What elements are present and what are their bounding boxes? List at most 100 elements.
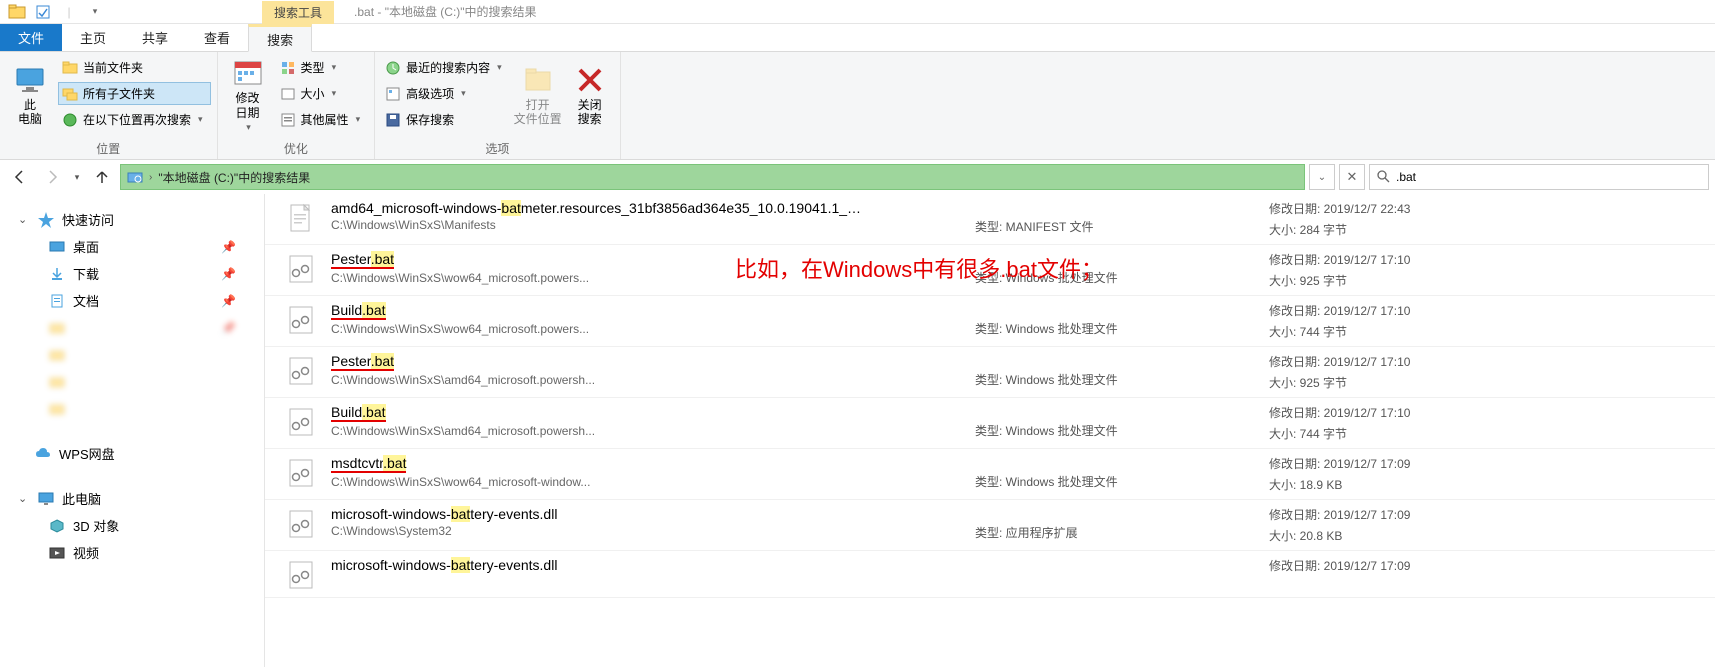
tab-share[interactable]: 共享 (124, 24, 186, 51)
file-icon (285, 508, 317, 540)
result-path: C:\Windows\WinSxS\amd64_microsoft.powers… (331, 373, 961, 387)
subfolders-icon (62, 86, 78, 102)
file-icon (285, 253, 317, 285)
nav-wps[interactable]: WPS网盘 (0, 440, 264, 467)
nav-quick-access[interactable]: ⌄ 快速访问 (0, 206, 264, 233)
nav-documents[interactable]: 文档 📌 (0, 287, 264, 314)
cloud-icon (34, 445, 52, 463)
qat-dropdown-icon[interactable]: ▾ (86, 3, 104, 21)
folder-icon (48, 400, 66, 418)
result-filename: Pester.bat (331, 251, 961, 269)
explorer-body: ⌄ 快速访问 桌面 📌 下载 📌 文档 📌 📌 (0, 194, 1715, 667)
ribbon-group-refine: 修改 日期 ▾ 类型 ▾ 大小 ▾ 其他属性 ▾ (218, 52, 376, 159)
open-location-icon (522, 64, 554, 96)
search-box[interactable] (1369, 164, 1709, 190)
options-group-label: 选项 (381, 138, 614, 157)
nav-recent-folder[interactable] (0, 395, 264, 422)
this-pc-button[interactable]: 此 电脑 (6, 56, 54, 134)
chevron-down-icon: ▾ (246, 122, 251, 133)
result-type: 类型: Windows 批处理文件 (975, 455, 1255, 490)
result-type: 类型: MANIFEST 文件 (975, 200, 1255, 235)
pin-icon: 📌 (221, 294, 236, 308)
open-file-location-button[interactable]: 打开 文件位置 (514, 56, 562, 134)
result-filename: Pester.bat (331, 353, 961, 371)
search-result-item[interactable]: Pester.bat C:\Windows\WinSxS\amd64_micros… (265, 347, 1715, 398)
address-bar[interactable]: › "本地磁盘 (C:)"中的搜索结果 (120, 164, 1305, 190)
search-results-list: 比如，在Windows中有很多.bat文件； amd64_microsoft-w… (265, 194, 1715, 667)
tab-search[interactable]: 搜索 (248, 24, 312, 52)
nav-recent-folder[interactable] (0, 368, 264, 395)
refine-group-label: 优化 (224, 138, 369, 157)
nav-pinned-folder[interactable]: 📌 (0, 314, 264, 341)
ribbon-group-options: 最近的搜索内容 ▾ 高级选项 ▾ 保存搜索 打开 文件位置 关 (375, 52, 621, 159)
properties-icon[interactable] (34, 3, 52, 21)
search-result-item[interactable]: amd64_microsoft-windows-batmeter.resourc… (265, 194, 1715, 245)
search-tools-label: 搜索工具 (262, 1, 334, 24)
ribbon-group-location: 此 电脑 当前文件夹 所有子文件夹 在以下位置再次搜索 ▾ 位置 (0, 52, 218, 159)
forward-button[interactable] (38, 163, 66, 191)
advanced-options-button[interactable]: 高级选项 ▾ (381, 82, 510, 105)
result-date: 修改日期: 2019/12/7 17:09 (1269, 557, 1519, 574)
folder-icon (48, 373, 66, 391)
this-pc-icon (14, 64, 46, 96)
save-icon (385, 112, 401, 128)
qat-divider: | (60, 3, 78, 21)
pin-icon: 📌 (221, 240, 236, 254)
nav-recent-folder[interactable] (0, 341, 264, 368)
result-type (975, 557, 1255, 575)
result-filename: microsoft-windows-battery-events.dll (331, 557, 961, 573)
save-search-button[interactable]: 保存搜索 (381, 108, 510, 131)
globe-icon (62, 112, 78, 128)
search-input[interactable] (1396, 170, 1702, 184)
chevron-down-icon: ⌄ (18, 492, 30, 505)
result-filename: amd64_microsoft-windows-batmeter.resourc… (331, 200, 961, 216)
search-result-item[interactable]: microsoft-windows-battery-events.dllC:\W… (265, 500, 1715, 551)
other-properties-button[interactable]: 其他属性 ▾ (276, 108, 369, 131)
result-filename: Build.bat (331, 404, 961, 422)
result-path: C:\Windows\WinSxS\wow64_microsoft.powers… (331, 322, 961, 336)
search-result-item[interactable]: Build.batC:\Windows\WinSxS\amd64_microso… (265, 398, 1715, 449)
result-date: 修改日期: 2019/12/7 17:09 (1269, 506, 1519, 523)
search-result-item[interactable]: msdtcvtr.batC:\Windows\WinSxS\wow64_micr… (265, 449, 1715, 500)
videos-icon (48, 544, 66, 562)
all-subfolders-button[interactable]: 所有子文件夹 (58, 82, 211, 105)
refresh-button[interactable]: ✕ (1339, 164, 1365, 190)
tab-file[interactable]: 文件 (0, 24, 62, 51)
tab-view[interactable]: 查看 (186, 24, 248, 51)
nav-downloads[interactable]: 下载 📌 (0, 260, 264, 287)
quick-access-toolbar: | ▾ (0, 3, 112, 21)
result-filename: microsoft-windows-battery-events.dll (331, 506, 961, 522)
tab-home[interactable]: 主页 (62, 24, 124, 51)
result-size: 大小: 925 字节 (1269, 272, 1519, 289)
tab-strip: 文件 主页 共享 查看 搜索 (0, 24, 1715, 52)
nav-3d-objects[interactable]: 3D 对象 (0, 512, 264, 539)
address-dropdown-button[interactable]: ⌄ (1309, 164, 1335, 190)
search-again-in-button[interactable]: 在以下位置再次搜索 ▾ (58, 108, 211, 131)
result-date: 修改日期: 2019/12/7 17:10 (1269, 302, 1519, 319)
search-result-item[interactable]: Build.batC:\Windows\WinSxS\wow64_microso… (265, 296, 1715, 347)
search-result-item[interactable]: Pester.batC:\Windows\WinSxS\wow64_micros… (265, 245, 1715, 296)
result-type: 类型: Windows 批处理文件 (975, 251, 1255, 286)
advanced-icon (385, 86, 401, 102)
breadcrumb-sep-icon: › (149, 172, 152, 183)
breadcrumb[interactable]: "本地磁盘 (C:)"中的搜索结果 (158, 169, 310, 186)
result-size: 大小: 925 字节 (1269, 374, 1519, 391)
recent-searches-button[interactable]: 最近的搜索内容 ▾ (381, 56, 510, 79)
kind-button[interactable]: 类型 ▾ (276, 56, 369, 79)
close-search-button[interactable]: 关闭 搜索 (566, 56, 614, 134)
up-button[interactable] (88, 163, 116, 191)
size-button[interactable]: 大小 ▾ (276, 82, 369, 105)
file-icon (285, 406, 317, 438)
nav-desktop[interactable]: 桌面 📌 (0, 233, 264, 260)
date-modified-button[interactable]: 修改 日期 ▾ (224, 56, 272, 134)
current-folder-button[interactable]: 当前文件夹 (58, 56, 211, 79)
recent-locations-button[interactable]: ▾ (70, 163, 84, 191)
result-path: C:\Windows\WinSxS\Manifests (331, 218, 961, 232)
this-pc-icon (37, 490, 55, 508)
nav-this-pc[interactable]: ⌄ 此电脑 (0, 485, 264, 512)
pin-icon: 📌 (221, 267, 236, 281)
window-title: .bat - "本地磁盘 (C:)"中的搜索结果 (354, 3, 537, 20)
nav-videos[interactable]: 视频 (0, 539, 264, 566)
search-result-item[interactable]: microsoft-windows-battery-events.dll 修改日期… (265, 551, 1715, 598)
back-button[interactable] (6, 163, 34, 191)
